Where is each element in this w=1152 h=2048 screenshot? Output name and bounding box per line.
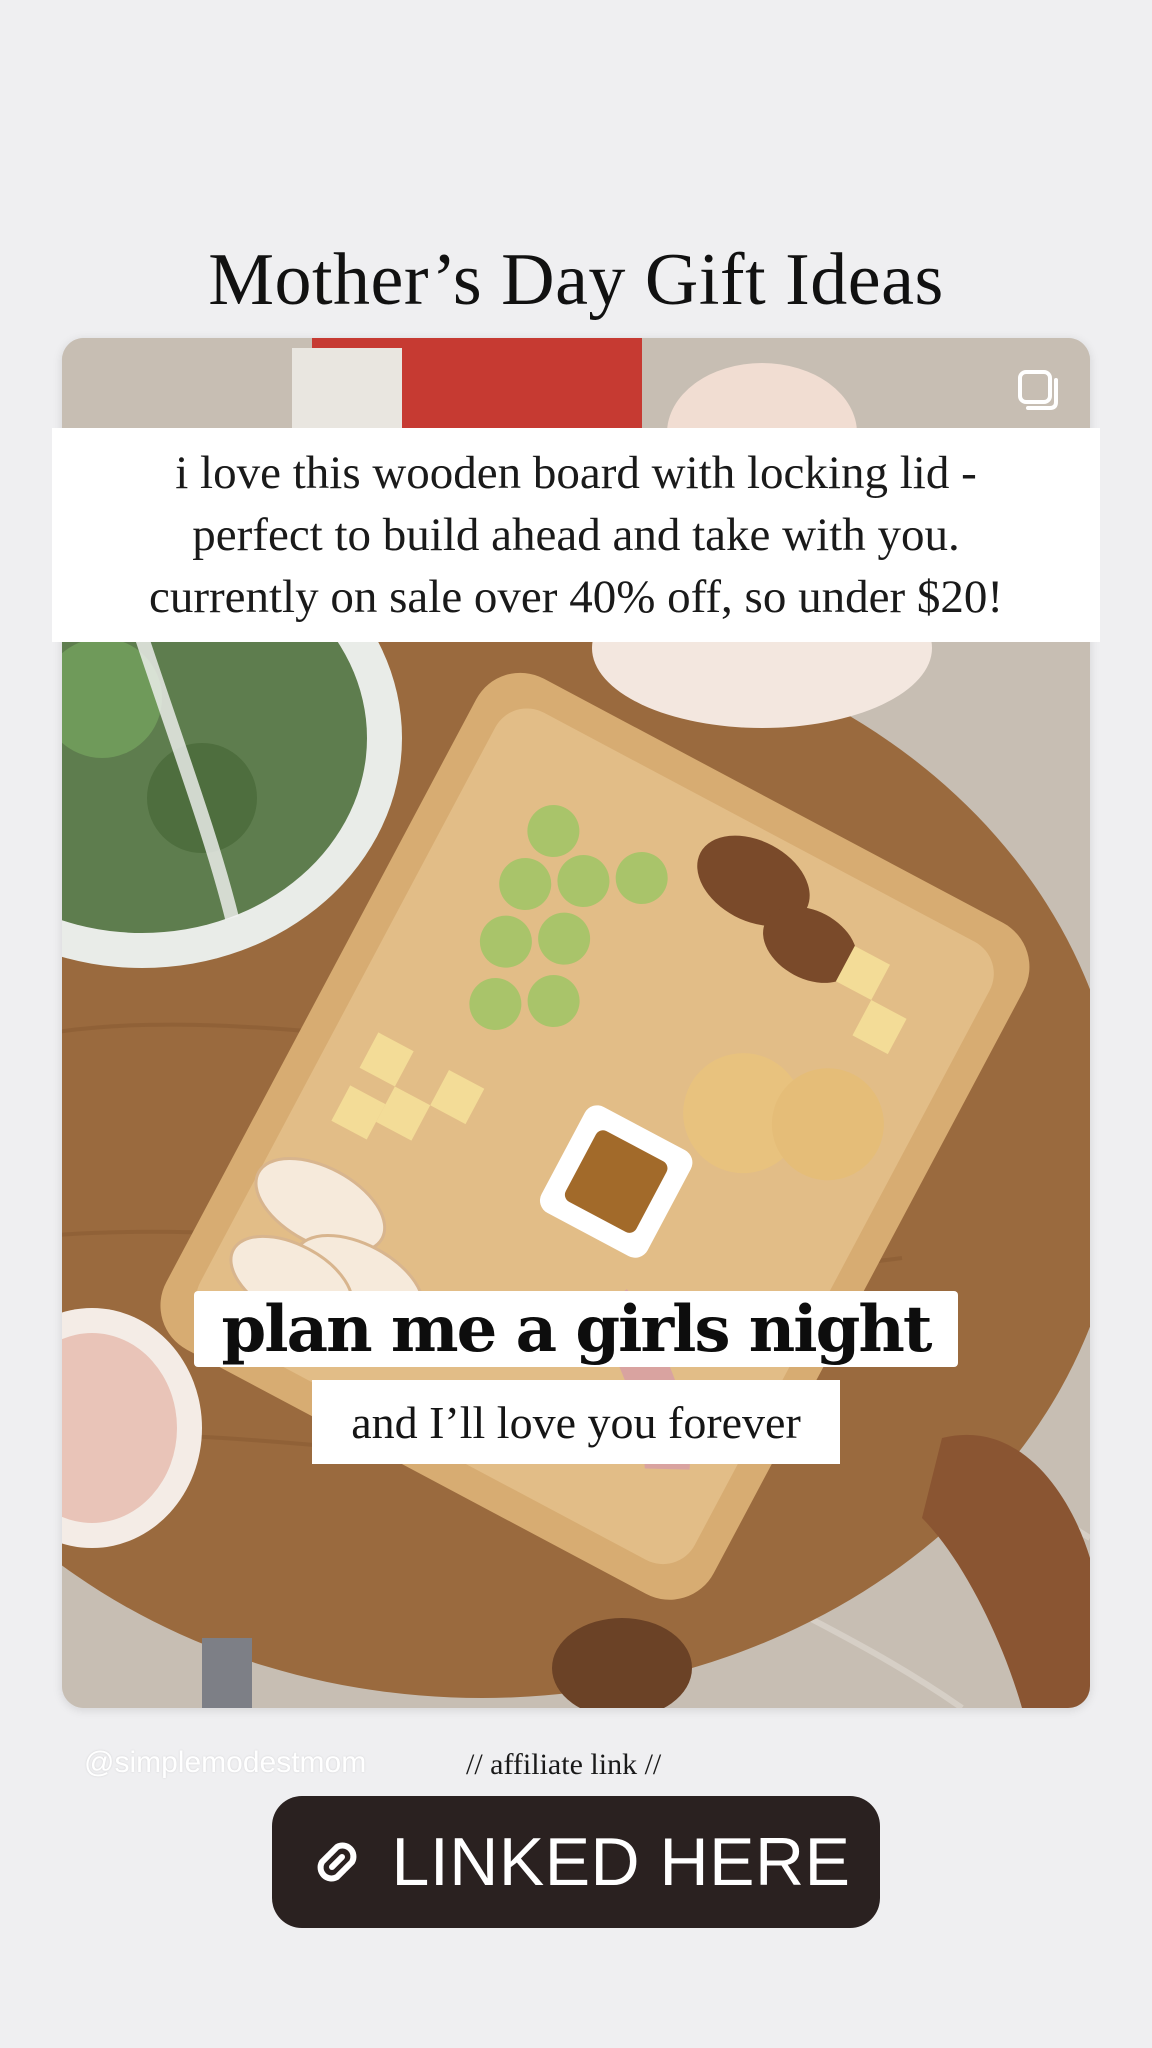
affiliate-note: // affiliate link // [466, 1748, 662, 1781]
caption-box: i love this wooden board with locking li… [52, 428, 1100, 642]
story-title: Mother’s Day Gift Ideas [208, 239, 944, 321]
multiple-images-icon [1018, 370, 1058, 410]
link-chain-icon [317, 1842, 356, 1882]
subhead-text: and I’ll love you forever [312, 1380, 840, 1464]
caption-line: i love this wooden board with locking li… [175, 447, 977, 499]
link-sticker-button[interactable]: LINKED HERE [272, 1796, 880, 1928]
caption-line: currently on sale over 40% off, so under… [148, 571, 1004, 623]
username-mention[interactable]: @simplemodestmom [84, 1746, 366, 1780]
headline-text: plan me a girls night [194, 1291, 958, 1367]
caption-line: perfect to build ahead and take with you… [192, 509, 960, 561]
link-sticker-label: LINKED HERE [391, 1824, 851, 1900]
